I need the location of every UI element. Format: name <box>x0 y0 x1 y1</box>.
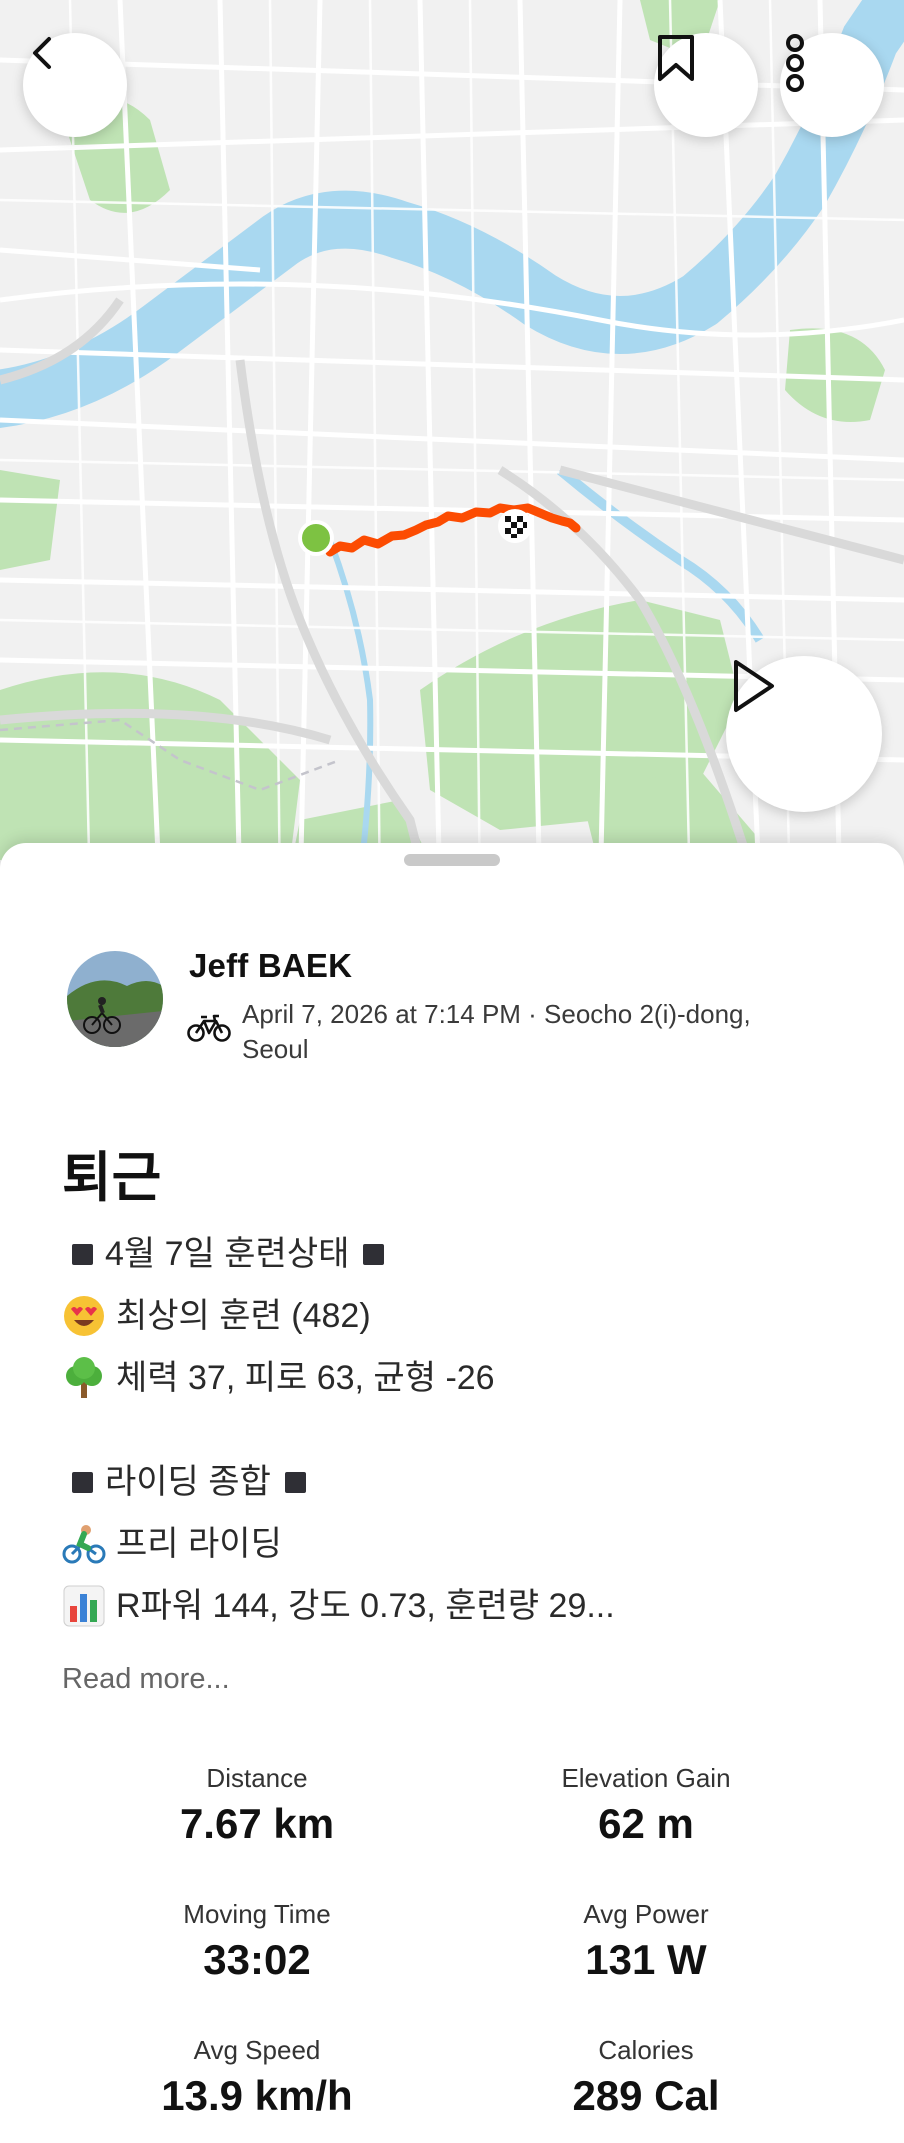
description-line: 4월 7일 훈련상태 <box>62 1223 862 1285</box>
description-line: R파워 144, 강도 0.73, 훈련량 29... <box>62 1575 862 1637</box>
black-square-icon <box>363 1243 385 1265</box>
black-square-icon <box>72 1243 93 1265</box>
black-square-icon <box>284 1471 306 1493</box>
bookmark-icon <box>658 35 694 81</box>
play-icon <box>734 660 774 712</box>
more-vertical-icon <box>786 34 804 92</box>
stat-avg-power: Avg Power 131 W <box>583 1899 709 1983</box>
stat-distance: Distance 7.67 km <box>179 1763 335 1847</box>
back-button[interactable] <box>23 33 127 137</box>
route-map[interactable] <box>0 0 904 900</box>
athlete-header[interactable]: Jeff BAEK April 7, 2026 at 7:14 PM · Seo… <box>67 947 867 1077</box>
athlete-name[interactable]: Jeff BAEK <box>189 947 352 985</box>
description-line: 최상의 훈련 (482) <box>62 1285 862 1347</box>
stat-elevation-gain: Elevation Gain 62 m <box>561 1763 731 1847</box>
stat-avg-speed: Avg Speed 13.9 km/h <box>161 2035 353 2119</box>
description-line: 프리 라이딩 <box>62 1513 862 1575</box>
activity-sheet: Jeff BAEK April 7, 2026 at 7:14 PM · Seo… <box>0 843 904 2143</box>
activity-meta: April 7, 2026 at 7:14 PM · Seocho 2(i)-d… <box>242 999 751 1064</box>
bookmark-button[interactable] <box>654 33 758 137</box>
more-options-button[interactable] <box>780 33 884 137</box>
tree-emoji-icon <box>66 1357 102 1398</box>
read-more-link[interactable]: Read more... <box>62 1663 230 1696</box>
avatar[interactable] <box>67 951 163 1047</box>
heart-eyes-emoji-icon <box>64 1296 104 1336</box>
description-line: 체력 37, 피로 63, 균형 -26 <box>62 1347 862 1409</box>
play-flyover-button[interactable] <box>726 656 882 812</box>
description-line: 라이딩 종합 <box>62 1451 862 1513</box>
bicycle-icon <box>187 1014 231 1042</box>
activity-title: 퇴근 <box>62 1148 162 1208</box>
stat-calories: Calories 289 Cal <box>572 2035 720 2119</box>
stat-moving-time: Moving Time 33:02 <box>183 1899 331 1983</box>
sheet-drag-handle[interactable] <box>404 854 500 866</box>
chevron-left-icon <box>33 37 51 69</box>
cyclist-emoji-icon <box>62 1525 106 1564</box>
activity-description: 4월 7일 훈련상태 최상의 훈련 (482) 체력 37, 피로 63, 균형… <box>62 1223 862 1637</box>
start-marker <box>298 520 334 556</box>
finish-marker <box>498 509 532 543</box>
black-square-icon <box>72 1471 93 1493</box>
bar-chart-emoji-icon <box>63 1585 105 1627</box>
